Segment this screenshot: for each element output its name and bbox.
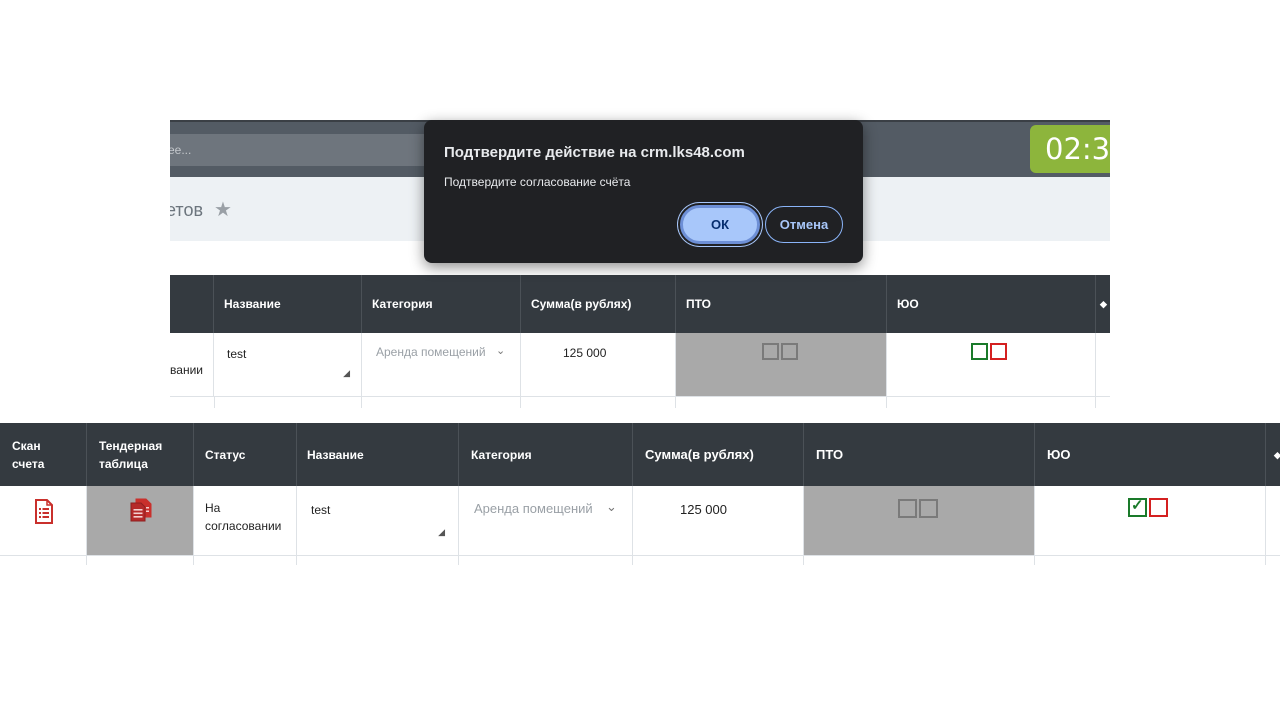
header-status[interactable]: Статус — [194, 423, 297, 486]
status-text: На согласовании — [205, 501, 282, 533]
header-pto[interactable]: ПТО — [804, 423, 1035, 486]
header-amount-label: Сумма(в рублях) — [645, 446, 754, 462]
header-yuo-label: ЮО — [1047, 446, 1071, 462]
ok-button[interactable]: ОК — [680, 205, 760, 244]
tender-table-icon[interactable] — [128, 497, 154, 523]
cancel-button[interactable]: Отмена — [765, 206, 843, 243]
tender-cell — [87, 486, 194, 555]
chevron-down-icon[interactable]: ⌄ — [606, 499, 617, 515]
category-cell: Аренда помещений ⌄ — [362, 333, 521, 396]
confirm-dialog: Подтвердите действие на crm.lks48.com По… — [424, 120, 863, 263]
category-cell: Аренда помещений ⌄ — [459, 486, 633, 555]
header-category[interactable]: Категория — [459, 423, 633, 486]
amount-cell: 125 000 — [633, 486, 804, 555]
status-cell: овании — [170, 333, 214, 396]
table-row: овании test ◢ Аренда помещений ⌄ 125 000 — [170, 333, 1110, 397]
yuo-cell: ✓ — [1035, 486, 1266, 555]
header-category-label: Категория — [471, 447, 532, 462]
header-category[interactable]: Категория — [362, 275, 521, 333]
header-scan-label: Скан счета — [12, 438, 45, 471]
header-scan[interactable]: Скан счета — [0, 423, 87, 486]
pto-approve-checkbox[interactable] — [762, 343, 779, 360]
name-value: test — [227, 347, 247, 361]
name-value: test — [311, 503, 331, 517]
yuo-approve-checkbox[interactable] — [971, 343, 988, 360]
extra-cell — [1096, 333, 1110, 396]
name-cell: test ◢ — [297, 486, 459, 555]
pto-cell — [676, 333, 887, 396]
status-text: овании — [170, 363, 203, 377]
chevron-down-icon[interactable]: ⌄ — [496, 344, 505, 357]
table-header: Название Категория Сумма(в рублях) ПТО Ю… — [170, 275, 1110, 333]
category-select[interactable]: Аренда помещений — [376, 345, 486, 359]
amount-value: 125 000 — [563, 346, 607, 360]
checkmark-icon: ✓ — [1131, 497, 1144, 514]
clock-clip: 02:37 — [1030, 125, 1110, 173]
amount-cell: 125 000 — [521, 333, 676, 396]
yuo-reject-checkbox[interactable] — [990, 343, 1007, 360]
pto-reject-checkbox[interactable] — [919, 499, 938, 518]
header-name-label: Название — [307, 447, 364, 462]
header-yuo[interactable]: ЮО — [887, 275, 1096, 333]
header-tender-label: Тендерная таблица — [99, 438, 163, 471]
header-name[interactable]: Название — [214, 275, 362, 333]
dot-icon: ◆ — [1274, 449, 1280, 460]
table-row: На согласовании test ◢ Аренда помещений … — [0, 486, 1280, 556]
dialog-title: Подтвердите действие на crm.lks48.com — [444, 144, 745, 161]
yuo-approve-checkbox[interactable]: ✓ — [1128, 497, 1147, 517]
pto-approve-checkbox[interactable] — [898, 499, 917, 518]
header-tender[interactable]: Тендерная таблица — [87, 423, 194, 486]
yuo-cell — [887, 333, 1096, 396]
status-cell: На согласовании — [194, 486, 297, 555]
scan-document-icon[interactable] — [34, 499, 54, 524]
star-icon[interactable]: ★ — [214, 197, 232, 222]
page-title: етов — [170, 200, 204, 220]
header-amount[interactable]: Сумма(в рублях) — [633, 423, 804, 486]
search-placeholder: ee... — [170, 143, 192, 157]
name-textarea[interactable]: test ◢ — [299, 488, 451, 544]
header-more: ◆ — [1266, 423, 1280, 486]
header-cell-partial — [170, 275, 214, 333]
bottom-screenshot: Скан счета Тендерная таблица Статус Назв… — [0, 423, 1280, 565]
header-pto-label: ПТО — [816, 446, 844, 462]
yuo-reject-checkbox[interactable] — [1149, 498, 1168, 517]
pto-cell — [804, 486, 1035, 555]
table-header: Скан счета Тендерная таблица Статус Назв… — [0, 423, 1280, 486]
session-timer: 02:37 — [1030, 125, 1110, 173]
dialog-message: Подтвердите согласование счёта — [444, 175, 631, 189]
scan-cell — [0, 486, 87, 555]
table-next-row — [170, 397, 1110, 408]
header-yuo[interactable]: ЮО — [1035, 423, 1266, 486]
name-textarea[interactable]: test ◢ — [216, 335, 356, 385]
pto-reject-checkbox[interactable] — [781, 343, 798, 360]
resize-grip-icon[interactable]: ◢ — [343, 368, 350, 379]
header-pto[interactable]: ПТО — [676, 275, 887, 333]
extra-cell — [1266, 486, 1280, 555]
header-status-label: Статус — [205, 447, 246, 462]
resize-grip-icon[interactable]: ◢ — [438, 527, 445, 538]
name-cell: test ◢ — [214, 333, 362, 396]
amount-value: 125 000 — [680, 502, 727, 517]
header-name[interactable]: Название — [297, 423, 459, 486]
dot-icon: ◆ — [1100, 299, 1107, 309]
category-select[interactable]: Аренда помещений — [474, 501, 593, 516]
table-next-row — [0, 556, 1280, 565]
header-amount[interactable]: Сумма(в рублях) — [521, 275, 676, 333]
header-more: ◆ — [1096, 275, 1110, 333]
